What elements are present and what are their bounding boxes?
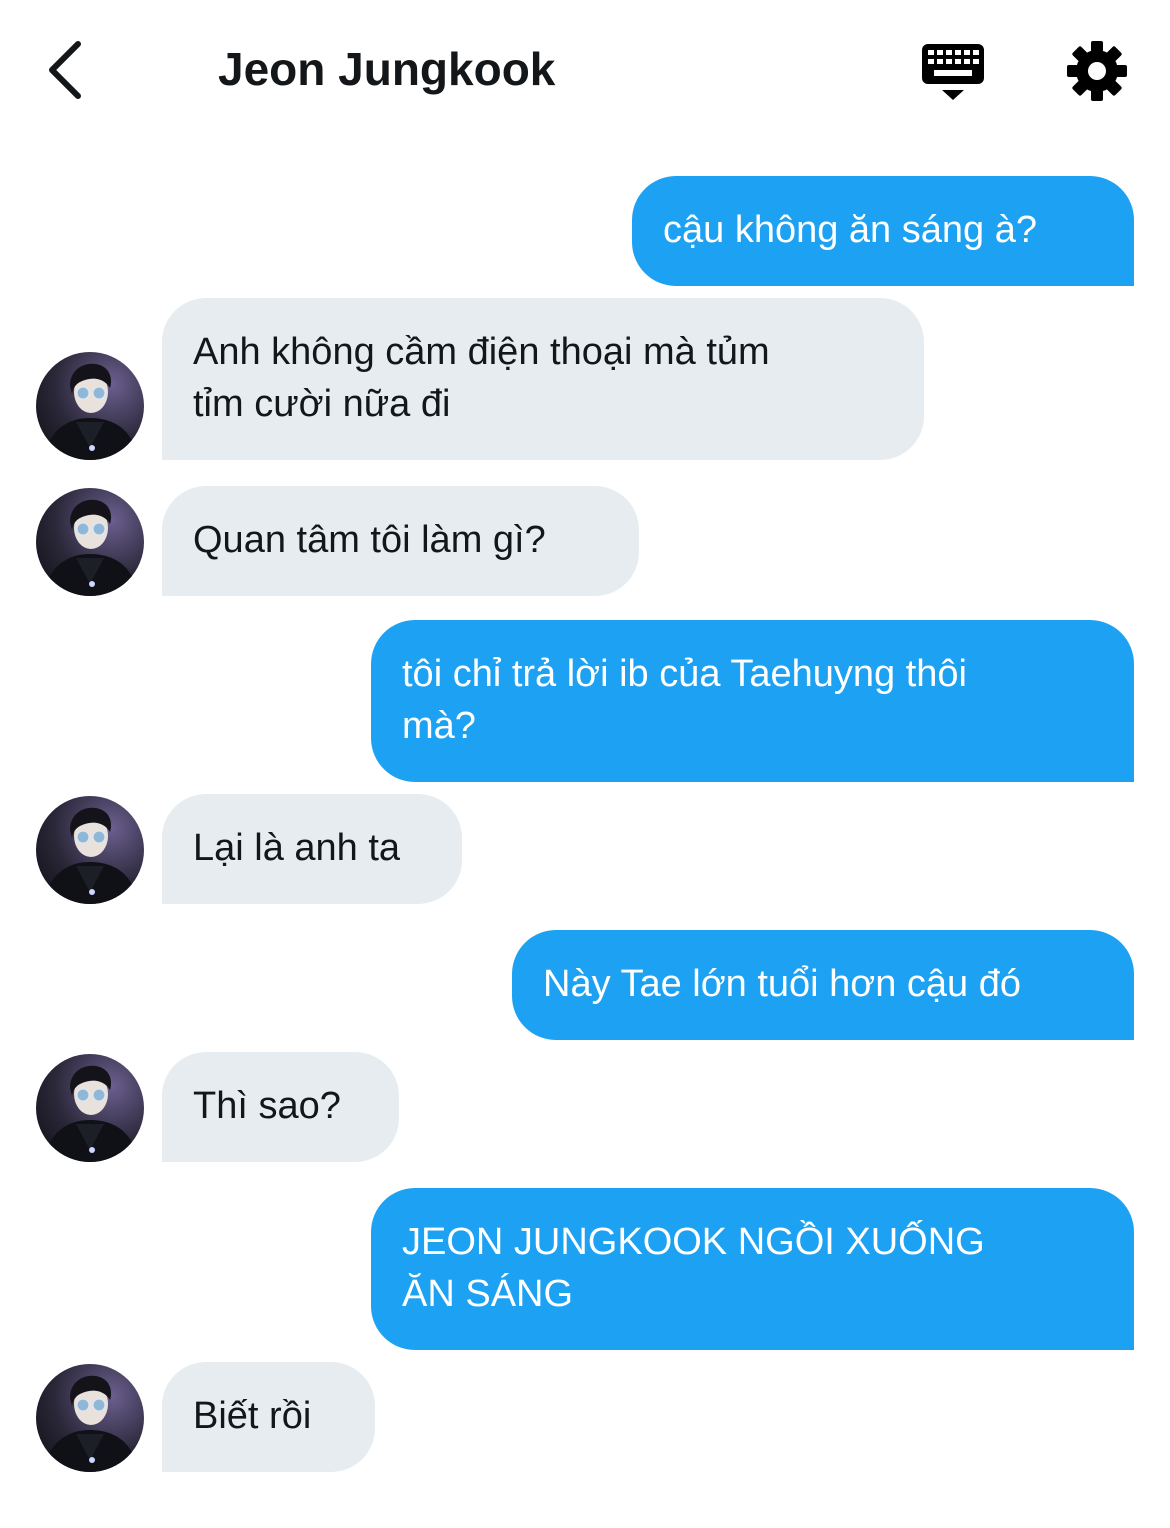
avatar[interactable] (36, 1054, 144, 1162)
message-thread: cậu không ăn sáng à? Anh không cầm điện … (0, 0, 1170, 1528)
incoming-message-bubble[interactable]: Thì sao? (162, 1052, 399, 1162)
outgoing-message-bubble[interactable]: cậu không ăn sáng à? (632, 176, 1134, 286)
outgoing-message-bubble[interactable]: tôi chỉ trả lời ib của Taehuyng thôi mà? (371, 620, 1134, 782)
avatar[interactable] (36, 352, 144, 460)
avatar[interactable] (36, 488, 144, 596)
avatar[interactable] (36, 796, 144, 904)
incoming-message-bubble[interactable]: Biết rồi (162, 1362, 375, 1472)
incoming-message-bubble[interactable]: Lại là anh ta (162, 794, 462, 904)
incoming-message-bubble[interactable]: Quan tâm tôi làm gì? (162, 486, 639, 596)
outgoing-message-bubble[interactable]: JEON JUNGKOOK NGỒI XUỐNG ĂN SÁNG (371, 1188, 1134, 1350)
outgoing-message-bubble[interactable]: Này Tae lớn tuổi hơn cậu đó (512, 930, 1134, 1040)
incoming-message-bubble[interactable]: Anh không cầm điện thoại mà tủm tỉm cười… (162, 298, 924, 460)
avatar[interactable] (36, 1364, 144, 1472)
